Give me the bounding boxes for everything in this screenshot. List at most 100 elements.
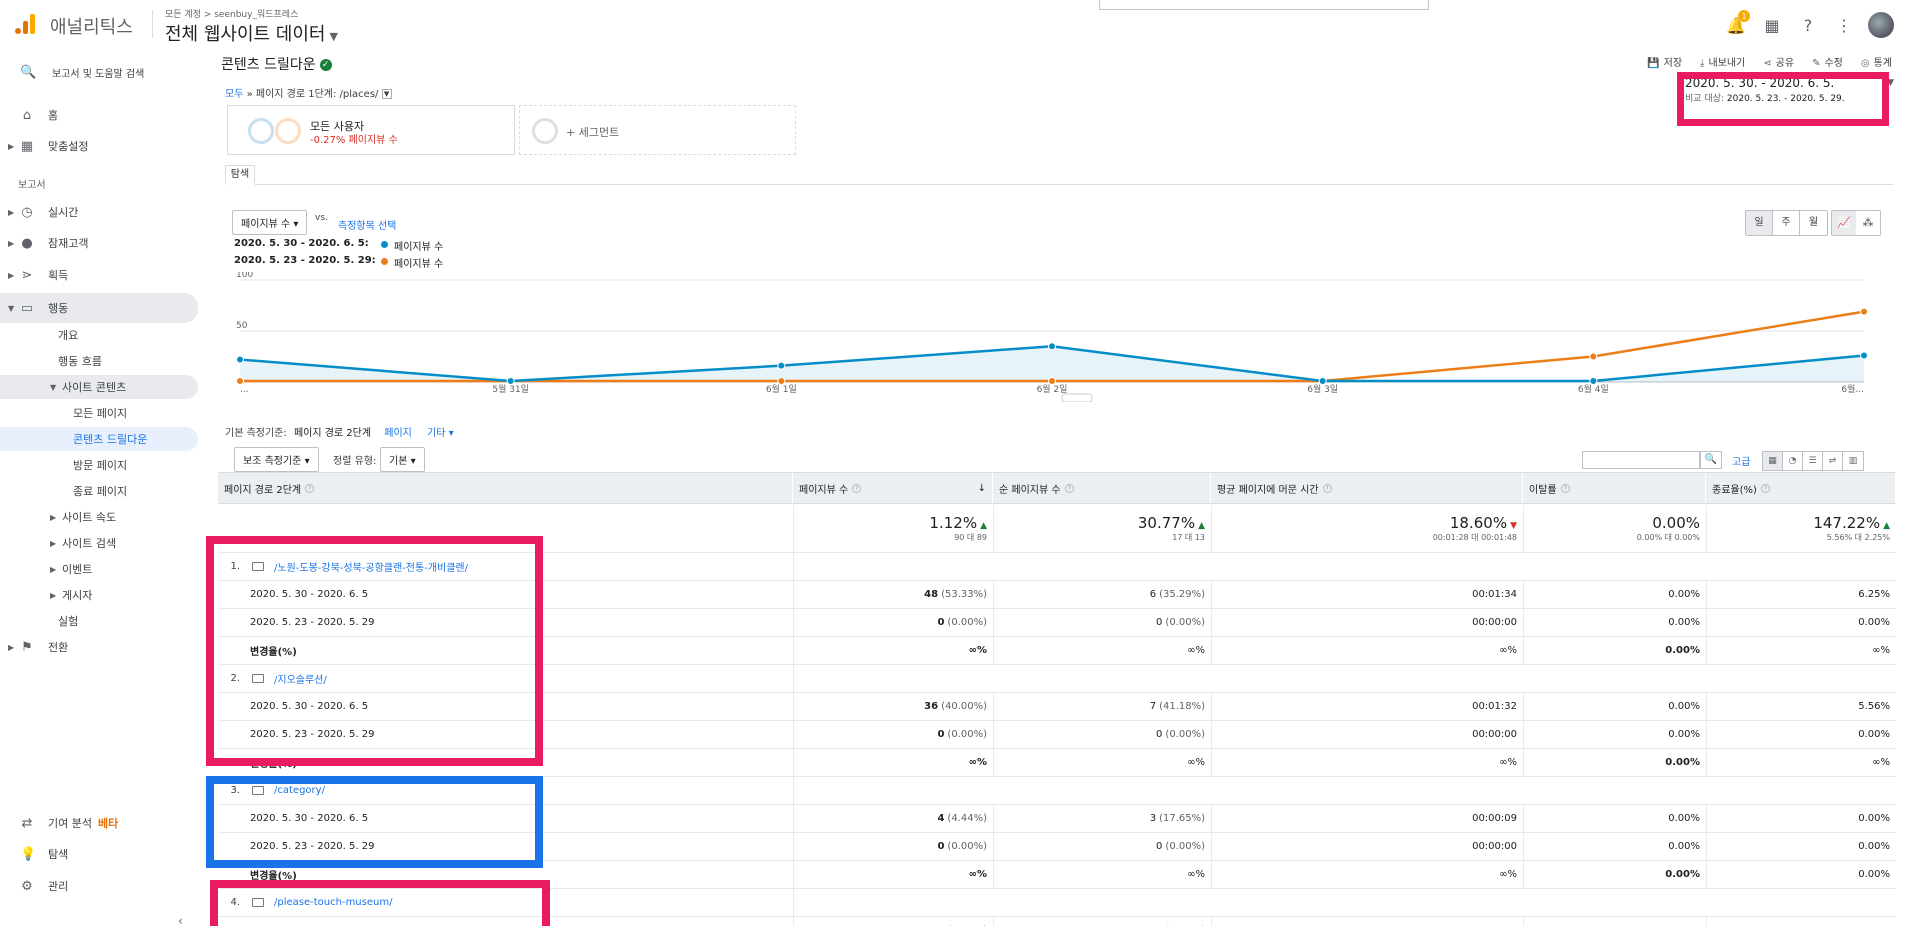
- granularity-week[interactable]: 주: [1773, 211, 1800, 235]
- data-point[interactable]: [1860, 351, 1868, 360]
- data-point[interactable]: [236, 376, 244, 385]
- data-point[interactable]: [1048, 342, 1056, 351]
- tab-explorer[interactable]: 탐색: [225, 165, 255, 185]
- select-metric-link[interactable]: 측정항목 선택: [338, 217, 396, 232]
- add-segment-button[interactable]: + 세그먼트: [519, 105, 796, 155]
- account-breadcrumb[interactable]: 모든 계정 > seenbuy_워드프레스: [165, 7, 298, 20]
- help-icon[interactable]: ?: [852, 483, 862, 493]
- table-view-data-icon[interactable]: ▦: [1763, 452, 1783, 470]
- save-button[interactable]: 💾 저장: [1647, 54, 1682, 69]
- breadcrumb-all-link[interactable]: 모두: [225, 89, 243, 100]
- help-icon[interactable]: ?: [1560, 483, 1570, 493]
- help-icon[interactable]: ?: [305, 483, 315, 493]
- data-point[interactable]: [1589, 376, 1598, 385]
- sidebar-item-landing-pages[interactable]: 방문 페이지: [0, 453, 198, 477]
- sort-type-selector[interactable]: 기본 ▾: [380, 447, 425, 472]
- export-button[interactable]: ⤓ 내보내기: [1700, 54, 1745, 69]
- table-row-group[interactable]: 4. /please-touch-museum/: [218, 889, 1896, 917]
- table-row-group[interactable]: 2. /지오슬루션/: [218, 665, 1896, 693]
- line-chart-icon[interactable]: 📈: [1832, 211, 1856, 235]
- primary-dimension-page-link[interactable]: 페이지: [384, 428, 412, 439]
- column-header[interactable]: 순 페이지뷰 수?: [993, 473, 1211, 503]
- column-header[interactable]: 종료율(%)?: [1706, 473, 1896, 503]
- sidebar-item-all-pages[interactable]: 모든 페이지: [0, 401, 198, 425]
- table-view-pivot-icon[interactable]: ▥: [1843, 452, 1863, 470]
- sidebar-item-site-content[interactable]: ▼ 사이트 콘텐츠: [0, 375, 198, 399]
- sidebar-item-publisher[interactable]: ▶ 게시자: [0, 583, 198, 607]
- secondary-dimension-selector[interactable]: 보조 측정기준 ▾: [234, 447, 319, 472]
- segment-all-users[interactable]: 모든 사용자 -0.27% 페이지뷰 수: [227, 105, 515, 155]
- sidebar-item-discover[interactable]: 💡 탐색: [0, 840, 198, 868]
- sidebar-item-conversion[interactable]: ▶ ⚑ 전환: [0, 633, 198, 661]
- primary-dimension-other-link[interactable]: 기타 ▾: [427, 428, 454, 439]
- notifications-button[interactable]: 🔔 1: [1724, 10, 1750, 37]
- column-header[interactable]: 이탈률?: [1523, 473, 1706, 503]
- column-header[interactable]: 페이지뷰 수? ↓: [793, 473, 993, 503]
- share-button[interactable]: ⋖ 공유: [1763, 54, 1794, 69]
- sidebar-item-behavior[interactable]: ▼ ▭ 행동: [0, 293, 198, 323]
- data-point[interactable]: [777, 361, 786, 370]
- sidebar-item-behavior-overview[interactable]: 개요: [0, 323, 198, 347]
- edit-button[interactable]: ✎ 수정: [1812, 54, 1843, 69]
- sidebar-item-behavior-flow[interactable]: 행동 흐름: [0, 349, 198, 373]
- help-icon[interactable]: ?: [1064, 483, 1074, 493]
- data-point[interactable]: [777, 376, 786, 385]
- sidebar-item-home[interactable]: ⌂ 홈: [0, 101, 198, 129]
- metric-selector[interactable]: 페이지뷰 수 ▾: [232, 210, 308, 235]
- sidebar-item-realtime[interactable]: ▶ ◷ 실시간: [0, 198, 198, 226]
- data-point[interactable]: [1860, 307, 1868, 316]
- sidebar-item-site-search[interactable]: ▶ 사이트 검색: [0, 531, 198, 555]
- table-search-input[interactable]: [1582, 451, 1700, 469]
- sidebar-search[interactable]: 🔍 보고서 및 도움말 검색: [0, 58, 198, 86]
- sidebar-item-exit-pages[interactable]: 종료 페이지: [0, 479, 198, 503]
- sidebar-item-events[interactable]: ▶ 이벤트: [0, 557, 198, 581]
- avatar[interactable]: [1868, 12, 1894, 38]
- help-icon[interactable]: ?: [1760, 483, 1770, 493]
- analytics-logo-icon[interactable]: [12, 12, 36, 36]
- path-link[interactable]: /지오슬루션/: [274, 671, 327, 686]
- sidebar-item-experiments[interactable]: 실험: [0, 609, 198, 633]
- advanced-filter-link[interactable]: 고급: [1732, 453, 1750, 468]
- collapse-sidebar-icon[interactable]: ‹: [178, 914, 183, 926]
- column-header[interactable]: 평균 페이지에 머문 시간?: [1211, 473, 1523, 503]
- path-link[interactable]: /category/: [274, 785, 325, 796]
- metric-select[interactable]: 페이지뷰 수 ▾: [232, 210, 308, 235]
- data-point[interactable]: [1048, 376, 1056, 385]
- sidebar-item-acquisition[interactable]: ▶ ⋗ 획득: [0, 261, 198, 289]
- granularity-month[interactable]: 월: [1800, 211, 1827, 235]
- path-link[interactable]: /노원-도봉-강북-성북-공항클랜-전통-개비클랜/: [274, 559, 468, 574]
- date-range-picker[interactable]: 2020. 5. 30. - 2020. 6. 5. 비교 대상: 2020. …: [1685, 76, 1894, 111]
- sidebar-item-audience[interactable]: ▶ ● 잠재고객: [0, 229, 198, 257]
- apps-button[interactable]: ▦: [1760, 13, 1784, 37]
- pageviews-percent: (40.00%): [941, 701, 987, 712]
- sidebar-item-content-drilldown[interactable]: 콘텐츠 드릴다운: [0, 427, 198, 451]
- breadcrumb-dropdown-icon[interactable]: ▼: [381, 89, 392, 99]
- table-row-group[interactable]: 1. /노원-도봉-강북-성북-공항클랜-전통-개비클랜/: [218, 553, 1896, 581]
- chart-resize-handle[interactable]: [1061, 393, 1093, 402]
- view-selector[interactable]: 전체 웹사이트 데이터 ▼: [165, 20, 338, 46]
- motion-chart-icon[interactable]: ⁂: [1856, 211, 1880, 235]
- data-point[interactable]: [1589, 352, 1598, 361]
- table-view-performance-icon[interactable]: ☰: [1803, 452, 1823, 470]
- more-button[interactable]: ⋮: [1832, 13, 1856, 37]
- data-point[interactable]: [236, 355, 244, 364]
- table-view-pie-icon[interactable]: ◔: [1783, 452, 1803, 470]
- sidebar-item-attribution[interactable]: ⇄ 기여 분석 베타: [0, 809, 198, 837]
- path-link[interactable]: /please-touch-museum/: [274, 897, 392, 908]
- data-point[interactable]: [1318, 376, 1327, 385]
- sidebar-item-site-speed[interactable]: ▶ 사이트 속도: [0, 505, 198, 529]
- sidebar-item-custom[interactable]: ▶ ▦ 맞춤설정: [0, 132, 198, 160]
- help-button[interactable]: ?: [1796, 13, 1820, 37]
- insights-button[interactable]: ◎ 통계: [1861, 54, 1892, 69]
- granularity-day[interactable]: 일: [1746, 211, 1773, 235]
- sort-type-select[interactable]: 기본 ▾: [380, 447, 425, 472]
- secondary-dimension-select[interactable]: 보조 측정기준 ▾: [234, 447, 319, 472]
- table-row-group[interactable]: 3. /category/: [218, 777, 1896, 805]
- sort-desc-icon[interactable]: ↓: [978, 483, 986, 494]
- help-icon[interactable]: ?: [1322, 483, 1332, 493]
- sidebar-item-admin[interactable]: ⚙ 관리: [0, 872, 198, 900]
- data-point[interactable]: [506, 376, 515, 385]
- table-search-button[interactable]: 🔍: [1700, 451, 1722, 469]
- table-view-compare-icon[interactable]: ⇌: [1823, 452, 1843, 470]
- column-header[interactable]: 페이지 경로 2단계?: [218, 473, 793, 503]
